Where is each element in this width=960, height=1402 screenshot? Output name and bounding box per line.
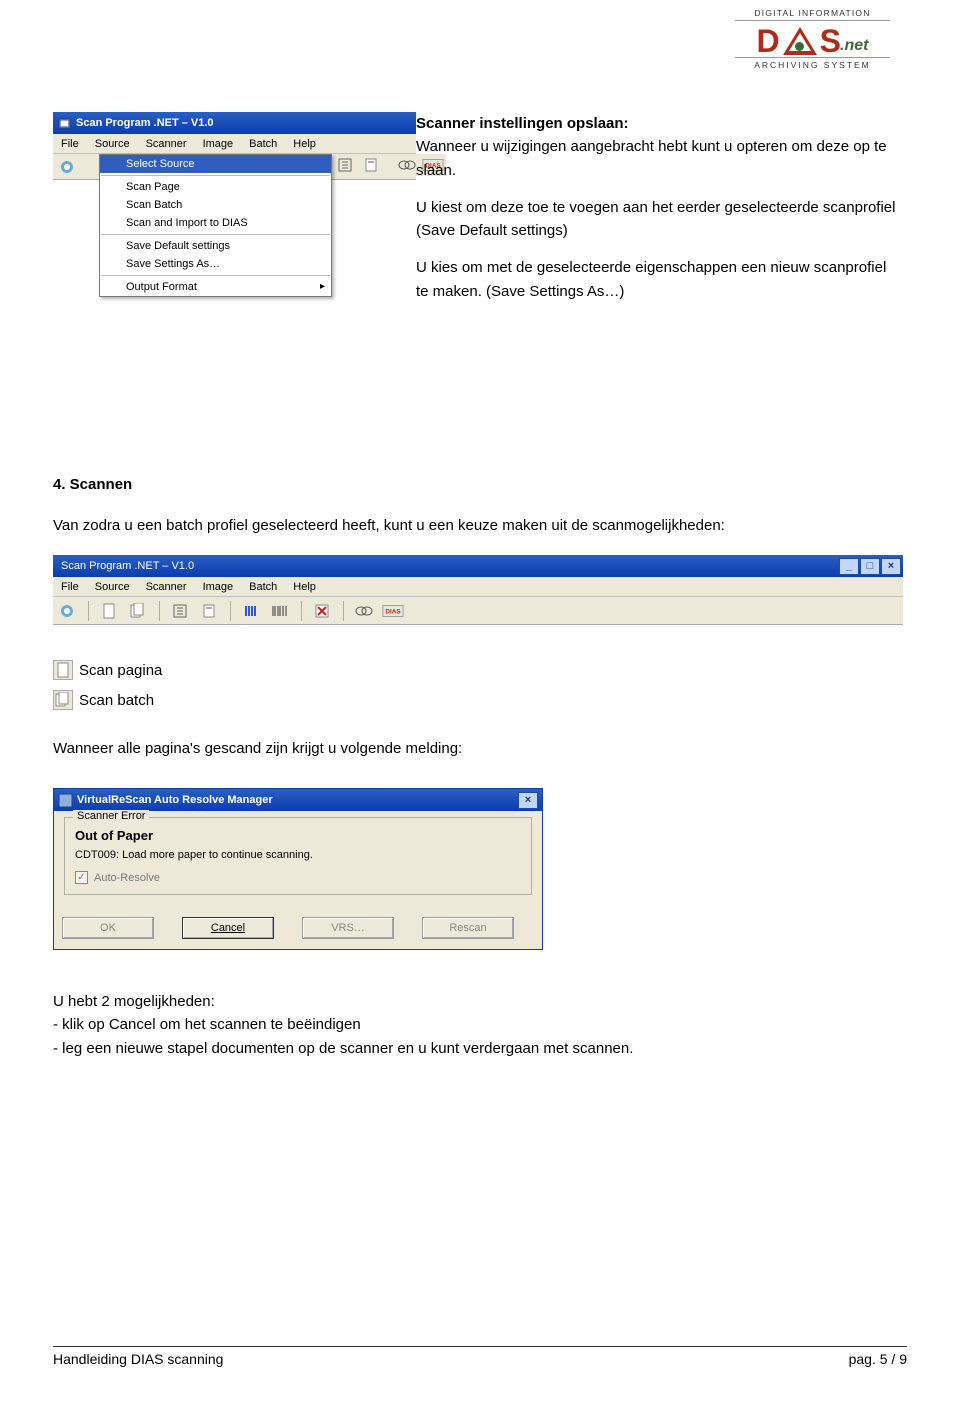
maximize-button[interactable]: □ <box>860 558 880 575</box>
ok-button[interactable]: OK <box>62 917 154 939</box>
menu-scanner[interactable]: Scanner <box>138 579 195 595</box>
options-icon[interactable] <box>333 154 357 176</box>
logo-top-text: DIGITAL INFORMATION <box>735 8 890 21</box>
possibility-2: - leg een nieuwe stapel documenten op de… <box>53 1037 903 1060</box>
svg-text:DIAS: DIAS <box>385 608 401 615</box>
menu-file[interactable]: File <box>53 579 87 595</box>
source-icon[interactable] <box>55 600 79 622</box>
section-4-intro: Van zodra u een batch profiel geselectee… <box>53 514 903 537</box>
close-button[interactable]: × <box>881 558 901 575</box>
out-of-paper-text: Out of Paper <box>75 828 521 843</box>
auto-resolve-label: Auto-Resolve <box>94 872 160 884</box>
scan-program-toolbar-screenshot: Scan Program .NET – V1.0 _ □ × File Sour… <box>53 555 903 625</box>
logo-letter-s: S <box>820 25 841 57</box>
minimize-button[interactable]: _ <box>839 558 859 575</box>
section-4-title: 4. Scannen <box>53 473 903 496</box>
auto-resolve-checkbox[interactable]: ✓ <box>75 871 88 884</box>
dialog-icon <box>58 793 73 808</box>
dias-logo: DIGITAL INFORMATION D S .net ARCHIVING S… <box>735 8 890 70</box>
dias2-icon[interactable]: DIAS <box>381 600 405 622</box>
after-dialog-text: U hebt 2 mogelijkheden: - klik op Cancel… <box>53 990 903 1060</box>
window-title-2: Scan Program .NET – V1.0 <box>61 560 194 572</box>
footer-left: Handleiding DIAS scanning <box>53 1351 223 1367</box>
page-footer: Handleiding DIAS scanning pag. 5 / 9 <box>53 1346 907 1367</box>
select-source-item[interactable]: Select Source <box>100 155 331 173</box>
menu-image[interactable]: Image <box>195 579 242 595</box>
menu-source[interactable]: Source <box>87 136 138 152</box>
menu-scanner[interactable]: Scanner <box>138 136 195 152</box>
source-icon[interactable] <box>55 156 79 178</box>
scan-page-small-icon <box>53 660 73 680</box>
link2-icon[interactable] <box>352 600 376 622</box>
scan-import-dias-item[interactable]: Scan and Import to DIAS <box>100 214 331 232</box>
barcode-icon[interactable] <box>268 600 292 622</box>
scan-batch-label: Scan batch <box>79 692 154 709</box>
side-heading: Scanner instellingen opslaan: <box>416 115 629 132</box>
rescan-button[interactable]: Rescan <box>422 917 514 939</box>
possibilities-heading: U hebt 2 mogelijkheden: <box>53 990 903 1013</box>
logo-dotnet: .net <box>840 37 868 55</box>
possibility-1: - klik op Cancel om het scannen te beëin… <box>53 1013 903 1036</box>
after-icons-text: Wanneer alle pagina's gescand zijn krijg… <box>53 740 462 757</box>
scan-page-item[interactable]: Scan Page <box>100 178 331 196</box>
menu-help[interactable]: Help <box>285 136 324 152</box>
scan-batch-small-icon <box>53 690 73 710</box>
toolbar-2: DIAS <box>53 597 903 625</box>
save-default-settings-item[interactable]: Save Default settings <box>100 237 331 255</box>
bars-icon[interactable] <box>239 600 263 622</box>
red-x-icon[interactable] <box>310 600 334 622</box>
footer-right: pag. 5 / 9 <box>849 1351 907 1367</box>
scan-page-label: Scan pagina <box>79 662 162 679</box>
dialog-title: VirtualReScan Auto Resolve Manager <box>77 794 273 806</box>
scan-batch-icon[interactable] <box>126 600 150 622</box>
section-4: 4. Scannen Van zodra u een batch profiel… <box>53 473 903 538</box>
scanner-error-fieldset: Scanner Error Out of Paper CDT009: Load … <box>64 817 532 895</box>
menubar[interactable]: File Source Scanner Image Batch Help <box>53 134 416 154</box>
logo-middle: D S .net <box>735 21 890 57</box>
scanner-menu-dropdown: Select Source Scan Page Scan Batch Scan … <box>99 154 332 297</box>
logo-letter-d: D <box>757 25 780 57</box>
scan-batch-label-line: Scan batch <box>53 690 154 710</box>
options2-icon[interactable] <box>168 600 192 622</box>
side-p2: U kiest om deze toe te voegen aan het ee… <box>416 196 896 243</box>
menu-help[interactable]: Help <box>285 579 324 595</box>
menubar-2[interactable]: File Source Scanner Image Batch Help <box>53 577 903 597</box>
side-p1: Wanneer u wijzigingen aangebracht hebt k… <box>416 138 887 178</box>
scan-program-menu-screenshot: Scan Program .NET – V1.0 File Source Sca… <box>53 112 416 180</box>
scan-batch-item[interactable]: Scan Batch <box>100 196 331 214</box>
cancel-button[interactable]: Cancel <box>182 917 274 939</box>
scan-page-label-line: Scan pagina <box>53 660 162 680</box>
error-message: CDT009: Load more paper to continue scan… <box>75 849 521 861</box>
scan-page-icon[interactable] <box>97 600 121 622</box>
vrs-button[interactable]: VRS… <box>302 917 394 939</box>
save-settings-as-item[interactable]: Save Settings As… <box>100 255 331 273</box>
dialog-titlebar[interactable]: VirtualReScan Auto Resolve Manager × <box>54 789 542 811</box>
output-format-item[interactable]: Output Format <box>100 278 331 296</box>
menu-batch[interactable]: Batch <box>241 136 285 152</box>
preview-icon[interactable] <box>359 154 383 176</box>
menu-batch[interactable]: Batch <box>241 579 285 595</box>
window-titlebar[interactable]: Scan Program .NET – V1.0 <box>53 112 416 134</box>
window-icon <box>57 116 72 131</box>
menu-file[interactable]: File <box>53 136 87 152</box>
preview2-icon[interactable] <box>197 600 221 622</box>
window-title: Scan Program .NET – V1.0 <box>76 117 214 129</box>
logo-triangle-icon <box>783 27 817 55</box>
side-p3: U kies om met de geselecteerde eigenscha… <box>416 256 896 303</box>
vrs-dialog: VirtualReScan Auto Resolve Manager × Sca… <box>53 788 543 950</box>
menu-image[interactable]: Image <box>195 136 242 152</box>
fieldset-legend: Scanner Error <box>73 810 149 822</box>
menu-source[interactable]: Source <box>87 579 138 595</box>
side-explanation: Scanner instellingen opslaan: Wanneer u … <box>416 112 896 317</box>
window-titlebar-2[interactable]: Scan Program .NET – V1.0 _ □ × <box>53 555 903 577</box>
dialog-close-button[interactable]: × <box>518 792 538 809</box>
